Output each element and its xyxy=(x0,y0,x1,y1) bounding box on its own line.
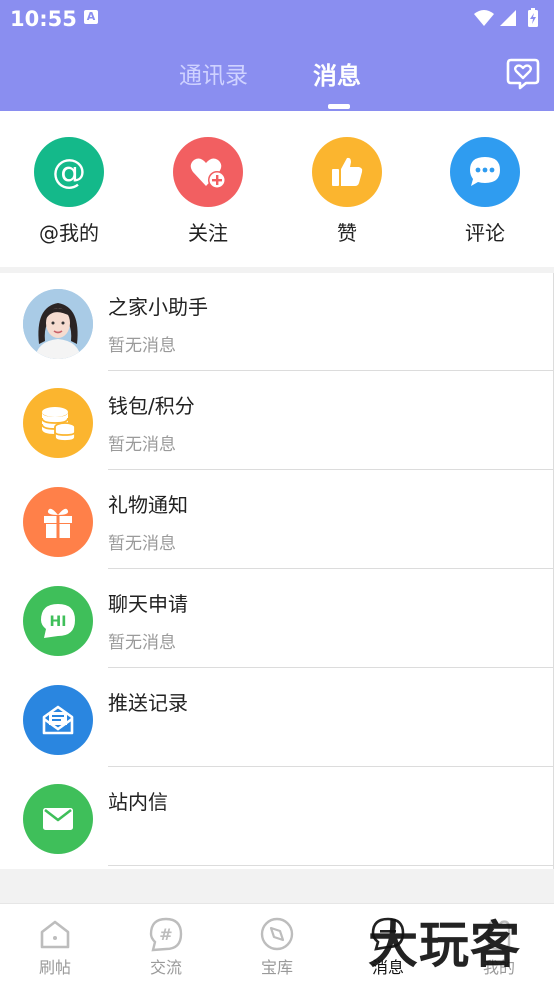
list-item-assistant[interactable]: 之家小助手 暂无消息 xyxy=(0,273,554,371)
tab-indicator xyxy=(328,104,350,109)
list-item-title: 之家小助手 xyxy=(108,295,208,319)
row-divider xyxy=(108,766,554,767)
header-bar: 10:55 A 通讯录 消息 xyxy=(0,0,554,111)
notification-icon: A xyxy=(84,10,98,24)
nav-browse[interactable]: 刷帖 xyxy=(5,916,105,978)
list-item-subtitle: 暂无消息 xyxy=(108,633,176,653)
list-item-title: 推送记录 xyxy=(108,691,188,715)
signal-icon xyxy=(500,10,516,26)
thumbs-up-icon xyxy=(312,137,382,207)
list-item-wallet[interactable]: 钱包/积分 暂无消息 xyxy=(0,372,554,470)
svg-text:@: @ xyxy=(52,152,86,192)
row-divider xyxy=(108,667,554,668)
quick-label: 评论 xyxy=(465,221,505,245)
coins-icon xyxy=(23,388,93,458)
row-divider xyxy=(108,370,554,371)
row-divider xyxy=(108,568,554,569)
list-item-push-records[interactable]: 推送记录 xyxy=(0,669,554,767)
quick-label: 赞 xyxy=(337,221,357,245)
wifi-icon xyxy=(474,10,494,26)
list-item-subtitle: 暂无消息 xyxy=(108,336,176,356)
compass-icon xyxy=(259,916,295,952)
status-bar: 10:55 A xyxy=(0,0,554,38)
list-item-gift[interactable]: 礼物通知 暂无消息 xyxy=(0,471,554,569)
quick-follow[interactable]: 关注 xyxy=(158,137,258,246)
list-item-inbox[interactable]: 站内信 xyxy=(0,768,554,866)
hashtag-icon: # xyxy=(148,916,184,952)
assistant-avatar xyxy=(23,289,93,359)
push-mail-icon xyxy=(23,685,93,755)
hi-chat-icon: HI xyxy=(23,586,93,656)
status-time: 10:55 xyxy=(10,7,77,31)
message-list: 之家小助手 暂无消息 钱包/积分 暂无消息 礼物通知 暂无消息 HI 聊天申请 … xyxy=(0,273,554,869)
nav-label: 宝库 xyxy=(260,958,293,977)
list-item-subtitle: 暂无消息 xyxy=(108,435,176,455)
list-item-chat-request[interactable]: HI 聊天申请 暂无消息 xyxy=(0,570,554,668)
nav-label: 交流 xyxy=(149,958,182,977)
watermark-text: 大玩客 xyxy=(368,915,521,974)
quick-like[interactable]: 赞 xyxy=(297,137,397,246)
tab-messages[interactable]: 消息 xyxy=(313,56,361,91)
nav-treasury[interactable]: 宝库 xyxy=(227,916,327,978)
heart-plus-icon xyxy=(173,137,243,207)
nav-exchange[interactable]: # 交流 xyxy=(116,916,216,978)
hi-badge: HI xyxy=(50,614,67,630)
envelope-icon xyxy=(23,784,93,854)
chat-bubble-icon xyxy=(450,137,520,207)
nav-label: 刷帖 xyxy=(38,958,71,977)
quick-comment[interactable]: 评论 xyxy=(435,137,535,246)
row-divider xyxy=(108,469,554,470)
quick-actions: @ @我的 关注 赞 评论 xyxy=(0,111,554,267)
gift-icon xyxy=(23,487,93,557)
tab-contacts[interactable]: 通讯录 xyxy=(179,56,248,90)
heart-chat-icon[interactable] xyxy=(506,57,540,91)
list-item-title: 聊天申请 xyxy=(108,592,188,616)
home-icon xyxy=(37,916,73,952)
list-item-title: 钱包/积分 xyxy=(108,394,195,418)
row-divider xyxy=(108,865,554,866)
quick-label: 关注 xyxy=(188,221,228,245)
quick-label: @我的 xyxy=(39,221,99,245)
svg-text:#: # xyxy=(159,925,172,944)
list-item-title: 礼物通知 xyxy=(108,493,188,517)
quick-at-me[interactable]: @ @我的 xyxy=(19,137,119,246)
list-item-subtitle: 暂无消息 xyxy=(108,534,176,554)
at-icon: @ xyxy=(34,137,104,207)
system-icons xyxy=(472,8,544,34)
list-item-title: 站内信 xyxy=(108,790,168,814)
